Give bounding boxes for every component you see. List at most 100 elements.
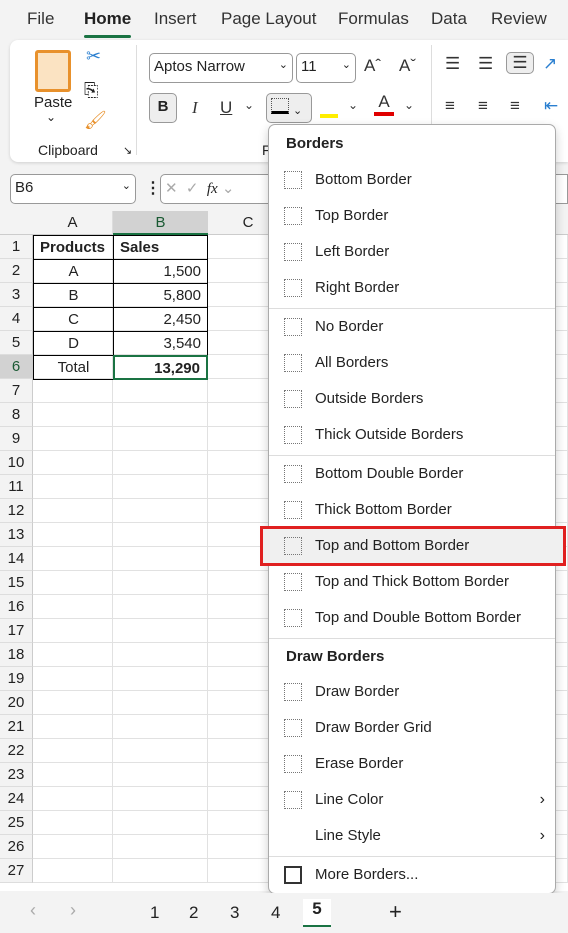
- cell[interactable]: [113, 667, 208, 691]
- cell[interactable]: [33, 523, 113, 547]
- menu-item-thick-outside-borders[interactable]: Thick Outside Borders: [269, 418, 555, 452]
- menu-item-top-border[interactable]: Top Border: [269, 199, 555, 233]
- scroll-left-icon[interactable]: ‹: [30, 900, 36, 921]
- cell[interactable]: [33, 691, 113, 715]
- cell[interactable]: [113, 571, 208, 595]
- sheet-tab-4[interactable]: 4: [271, 903, 280, 923]
- row-header[interactable]: 17: [0, 619, 33, 643]
- enter-icon[interactable]: ✓: [186, 180, 199, 197]
- menu-item-top-and-double-bottom-border[interactable]: Top and Double Bottom Border: [269, 601, 555, 635]
- row-header[interactable]: 2: [0, 259, 33, 283]
- cell[interactable]: [113, 547, 208, 571]
- row-header[interactable]: 8: [0, 403, 33, 427]
- sheet-tab-2[interactable]: 2: [189, 903, 198, 923]
- row-header[interactable]: 25: [0, 811, 33, 835]
- menu-item-outside-borders[interactable]: Outside Borders: [269, 382, 555, 416]
- cell[interactable]: [33, 643, 113, 667]
- row-header[interactable]: 18: [0, 643, 33, 667]
- align-bottom-icon[interactable]: ☰: [506, 52, 534, 74]
- cell[interactable]: [33, 763, 113, 787]
- tab-formulas[interactable]: Formulas: [338, 9, 409, 29]
- cell[interactable]: [113, 427, 208, 451]
- underline-dropdown-icon[interactable]: ⌄: [244, 98, 254, 112]
- cell[interactable]: [113, 379, 208, 403]
- cell[interactable]: [33, 739, 113, 763]
- menu-item-line-style[interactable]: Line Style ›: [269, 819, 555, 853]
- cell[interactable]: [33, 619, 113, 643]
- cell[interactable]: [33, 811, 113, 835]
- row-header[interactable]: 20: [0, 691, 33, 715]
- copy-icon[interactable]: ⎘: [84, 80, 98, 101]
- row-header[interactable]: 22: [0, 739, 33, 763]
- chevron-down-icon[interactable]: ⌄: [222, 180, 235, 197]
- font-name-select[interactable]: Aptos Narrow ⌄: [149, 53, 293, 83]
- dialog-launcher-icon[interactable]: ↘: [123, 144, 132, 157]
- row-header[interactable]: 23: [0, 763, 33, 787]
- cell[interactable]: [33, 571, 113, 595]
- table-cell-sales[interactable]: 3,540: [113, 331, 208, 356]
- cell[interactable]: [113, 523, 208, 547]
- underline-button[interactable]: U: [220, 98, 232, 118]
- decrease-indent-icon[interactable]: ⇤: [544, 96, 558, 116]
- cell[interactable]: [33, 859, 113, 883]
- fill-dropdown-icon[interactable]: ⌄: [348, 98, 358, 112]
- table-cell-sales[interactable]: 1,500: [113, 259, 208, 284]
- menu-item-top-and-bottom-border[interactable]: Top and Bottom Border: [260, 526, 566, 566]
- row-header[interactable]: 11: [0, 475, 33, 499]
- align-top-icon[interactable]: ☰: [445, 54, 460, 74]
- chevron-down-icon[interactable]: ⌄: [122, 179, 131, 192]
- name-box[interactable]: B6 ⌄: [10, 174, 136, 204]
- row-header[interactable]: 24: [0, 787, 33, 811]
- table-cell-sales[interactable]: 5,800: [113, 283, 208, 308]
- table-cell-products[interactable]: C: [33, 307, 114, 332]
- align-right-icon[interactable]: ≡: [510, 96, 520, 116]
- cell[interactable]: [33, 835, 113, 859]
- menu-item-left-border[interactable]: Left Border: [269, 235, 555, 269]
- table-cell-products[interactable]: Products: [33, 235, 114, 260]
- row-header[interactable]: 19: [0, 667, 33, 691]
- cell[interactable]: [113, 691, 208, 715]
- menu-item-bottom-double-border[interactable]: Bottom Double Border: [269, 457, 555, 491]
- add-sheet-button[interactable]: +: [389, 899, 402, 925]
- tab-review[interactable]: Review: [491, 9, 547, 29]
- row-header[interactable]: 6: [0, 355, 33, 379]
- font-color-icon[interactable]: A: [374, 92, 394, 116]
- row-header[interactable]: 9: [0, 427, 33, 451]
- row-header[interactable]: 26: [0, 835, 33, 859]
- orientation-icon[interactable]: ↗: [543, 54, 557, 74]
- cell[interactable]: [33, 715, 113, 739]
- table-cell-products[interactable]: B: [33, 283, 114, 308]
- cell[interactable]: [33, 379, 113, 403]
- cell[interactable]: [113, 859, 208, 883]
- table-cell-sales[interactable]: Sales: [113, 235, 208, 260]
- row-header[interactable]: 10: [0, 451, 33, 475]
- italic-button[interactable]: I: [192, 98, 198, 118]
- paste-dropdown-icon[interactable]: ⌄: [46, 110, 56, 124]
- row-header[interactable]: 14: [0, 547, 33, 571]
- tab-data[interactable]: Data: [431, 9, 467, 29]
- menu-item-thick-bottom-border[interactable]: Thick Bottom Border: [269, 493, 555, 527]
- menu-item-bottom-border[interactable]: Bottom Border: [269, 163, 555, 197]
- cell[interactable]: [113, 763, 208, 787]
- row-header[interactable]: 15: [0, 571, 33, 595]
- cell[interactable]: [113, 739, 208, 763]
- menu-item-right-border[interactable]: Right Border: [269, 271, 555, 305]
- menu-item-more-borders[interactable]: More Borders...: [269, 858, 555, 892]
- table-cell-sales[interactable]: 13,290: [113, 355, 208, 380]
- cell[interactable]: [33, 427, 113, 451]
- row-header[interactable]: 12: [0, 499, 33, 523]
- menu-item-draw-border-grid[interactable]: Draw Border Grid: [269, 711, 555, 745]
- menu-item-all-borders[interactable]: All Borders: [269, 346, 555, 380]
- table-cell-sales[interactable]: 2,450: [113, 307, 208, 332]
- fill-color-icon[interactable]: [320, 96, 338, 118]
- align-left-icon[interactable]: ≡: [445, 96, 455, 116]
- table-cell-products[interactable]: Total: [33, 355, 114, 380]
- cell[interactable]: [33, 499, 113, 523]
- cut-icon[interactable]: ✂: [86, 46, 101, 67]
- tab-file[interactable]: File: [27, 9, 54, 29]
- cell[interactable]: [113, 835, 208, 859]
- font-size-select[interactable]: 11 ⌄: [296, 53, 356, 83]
- table-cell-products[interactable]: D: [33, 331, 114, 356]
- tab-home[interactable]: Home: [84, 9, 132, 38]
- paste-button[interactable]: Paste: [34, 94, 72, 111]
